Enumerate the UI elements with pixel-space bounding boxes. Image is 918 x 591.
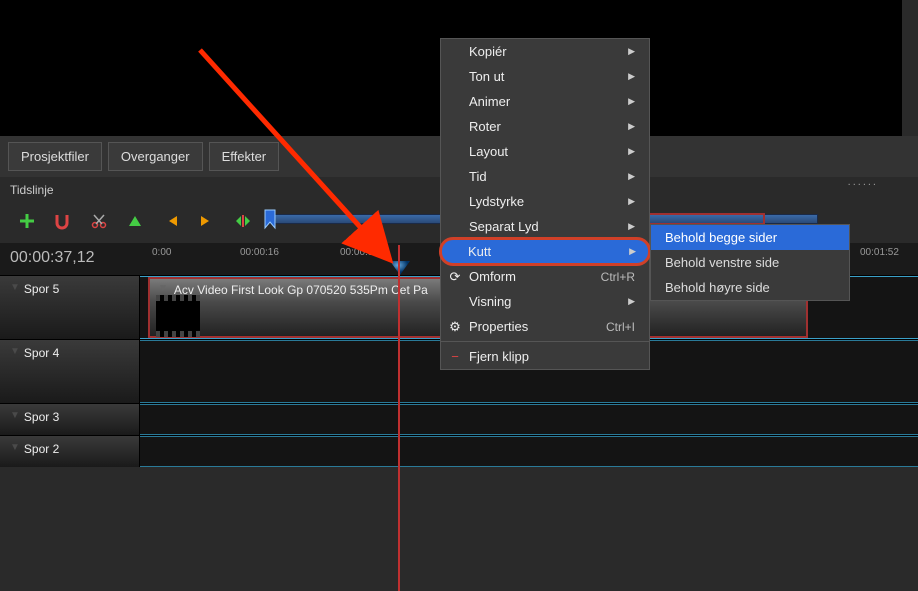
menu-item-remove-clip[interactable]: −Fjern klipp xyxy=(441,344,649,369)
seek-start-handle[interactable] xyxy=(263,208,279,230)
menu-item-transform[interactable]: ⟳OmformCtrl+R xyxy=(441,264,649,289)
track-label: Spor 2 xyxy=(24,442,59,456)
menu-item-fadeout[interactable]: Ton ut▶ xyxy=(441,64,649,89)
ellipsis-indicator: ...... xyxy=(848,176,878,188)
menu-item-animate[interactable]: Animer▶ xyxy=(441,89,649,114)
tab-effects[interactable]: Effekter xyxy=(209,142,280,171)
next-marker-icon[interactable] xyxy=(198,212,216,230)
chevron-right-icon: ▶ xyxy=(628,46,635,57)
menu-item-layout[interactable]: Layout▶ xyxy=(441,139,649,164)
ruler-tick: 00:00:16 xyxy=(240,247,279,258)
menu-item-separate-audio[interactable]: Separat Lyd▶ xyxy=(441,214,649,239)
menu-item-display[interactable]: Visning▶ xyxy=(441,289,649,314)
chevron-right-icon: ▶ xyxy=(629,246,636,257)
track-label: Spor 5 xyxy=(24,282,59,296)
menu-item-volume[interactable]: Lydstyrke▶ xyxy=(441,189,649,214)
chevron-down-icon[interactable]: ▼ xyxy=(10,410,20,421)
chevron-right-icon: ▶ xyxy=(628,196,635,207)
chevron-down-icon[interactable]: ▼ xyxy=(158,283,168,294)
track-header[interactable]: ▼ Spor 2 xyxy=(0,436,140,467)
chevron-right-icon: ▶ xyxy=(628,96,635,107)
context-menu: Kopiér▶ Ton ut▶ Animer▶ Roter▶ Layout▶ T… xyxy=(440,38,650,370)
timecode-display: 00:00:37,12 xyxy=(10,249,95,267)
shortcut-label: Ctrl+I xyxy=(606,320,635,334)
clip-thumbnail xyxy=(156,301,200,331)
cut-icon[interactable] xyxy=(90,212,108,230)
chevron-right-icon: ▶ xyxy=(628,71,635,82)
clip-title: Acv Video First Look Gp 070520 535Pm Cet… xyxy=(174,283,428,297)
add-icon[interactable] xyxy=(18,212,36,230)
chevron-right-icon: ▶ xyxy=(628,221,635,232)
ruler-tick: 0:00 xyxy=(152,247,171,258)
menu-item-time[interactable]: Tid▶ xyxy=(441,164,649,189)
submenu-item-keep-both[interactable]: Behold begge sider xyxy=(651,225,849,250)
tab-transitions[interactable]: Overganger xyxy=(108,142,203,171)
transform-icon: ⟳ xyxy=(447,269,463,285)
snap-icon[interactable] xyxy=(54,212,72,230)
minus-icon: − xyxy=(447,349,463,364)
submenu-item-keep-left[interactable]: Behold venstre side xyxy=(651,250,849,275)
chevron-down-icon[interactable]: ▼ xyxy=(10,346,20,357)
track-row: ▼ Spor 2 xyxy=(0,435,918,467)
center-playhead-icon[interactable] xyxy=(234,212,252,230)
ruler-tick: 00:00:32 xyxy=(340,247,379,258)
menu-item-cut[interactable]: Kutt▶ xyxy=(439,237,651,266)
chevron-down-icon[interactable]: ▼ xyxy=(10,282,20,293)
submenu-item-keep-right[interactable]: Behold høyre side xyxy=(651,275,849,300)
track-header[interactable]: ▼ Spor 3 xyxy=(0,404,140,435)
tab-project-files[interactable]: Prosjektfiler xyxy=(8,142,102,171)
track-header[interactable]: ▼ Spor 5 xyxy=(0,276,140,339)
marker-add-icon[interactable] xyxy=(126,212,144,230)
track-label: Spor 4 xyxy=(24,346,59,360)
submenu-cut: Behold begge sider Behold venstre side B… xyxy=(650,224,850,301)
chevron-right-icon: ▶ xyxy=(628,121,635,132)
track-header[interactable]: ▼ Spor 4 xyxy=(0,340,140,403)
ruler-tick: 00:01:52 xyxy=(860,247,899,258)
playhead-line[interactable] xyxy=(398,245,400,591)
menu-item-copy[interactable]: Kopiér▶ xyxy=(441,39,649,64)
menu-item-rotate[interactable]: Roter▶ xyxy=(441,114,649,139)
track-row: ▼ Spor 3 xyxy=(0,403,918,435)
menu-separator xyxy=(441,341,649,342)
chevron-right-icon: ▶ xyxy=(628,146,635,157)
chevron-right-icon: ▶ xyxy=(628,171,635,182)
track-label: Spor 3 xyxy=(24,410,59,424)
shortcut-label: Ctrl+R xyxy=(601,270,635,284)
menu-item-properties[interactable]: ⚙PropertiesCtrl+I xyxy=(441,314,649,339)
gear-icon: ⚙ xyxy=(447,319,463,335)
chevron-right-icon: ▶ xyxy=(628,296,635,307)
chevron-down-icon[interactable]: ▼ xyxy=(10,442,20,453)
track-body[interactable] xyxy=(140,436,918,467)
track-body[interactable] xyxy=(140,404,918,435)
prev-marker-icon[interactable] xyxy=(162,212,180,230)
